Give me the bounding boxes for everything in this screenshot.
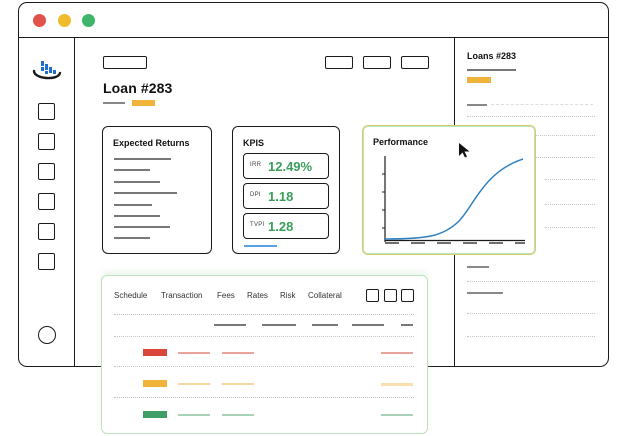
kpis-card: KPIS IRR 12.49% DPI 1.18 TVPI 1.28	[232, 126, 340, 254]
row-status-swatch	[143, 380, 167, 387]
kpi-footer-accent	[244, 245, 277, 247]
tab-schedule[interactable]: Schedule	[114, 291, 147, 300]
row-status-swatch	[143, 411, 167, 418]
panel-divider	[545, 204, 595, 205]
table-divider	[114, 366, 414, 367]
placeholder-line	[114, 237, 150, 239]
kpi-value: 1.28	[268, 219, 294, 234]
column-header	[262, 324, 296, 326]
table-divider	[114, 336, 414, 337]
user-avatar[interactable]	[38, 326, 56, 344]
status-badge	[132, 100, 155, 106]
placeholder-line	[114, 204, 152, 206]
loan-details-table: Schedule Transaction Fees Rates Risk Col…	[101, 275, 428, 434]
table-cell	[222, 383, 254, 385]
panel-line	[467, 69, 516, 71]
sidebar-nav-item-2[interactable]	[38, 133, 55, 150]
panel-divider	[467, 313, 595, 314]
kpi-tvpi[interactable]: TVPI 1.28	[243, 213, 329, 239]
toolbar-button-3[interactable]	[401, 56, 429, 69]
column-header	[214, 324, 246, 326]
kpi-dpi[interactable]: DPI 1.18	[243, 183, 329, 209]
close-window-button[interactable]	[33, 14, 46, 27]
panel-divider	[467, 336, 595, 337]
toolbar-button-2[interactable]	[363, 56, 391, 69]
sidebar-nav-item-6[interactable]	[38, 253, 55, 270]
table-cell	[381, 352, 413, 354]
kpi-label: IRR	[250, 162, 262, 168]
back-button[interactable]	[103, 56, 147, 69]
table-cell	[381, 414, 413, 416]
placeholder-line	[114, 181, 160, 183]
tab-rates[interactable]: Rates	[247, 291, 268, 300]
panel-divider	[491, 104, 593, 105]
kpi-value: 1.18	[268, 189, 294, 204]
page-title: Loan #283	[103, 80, 173, 96]
minimize-window-button[interactable]	[58, 14, 71, 27]
table-divider	[114, 314, 414, 315]
kpi-label: TVPI	[250, 222, 265, 228]
table-cell	[178, 383, 210, 385]
panel-divider	[467, 116, 595, 117]
mouse-cursor-icon	[459, 143, 470, 158]
sidebar-nav-item-1[interactable]	[38, 103, 55, 120]
table-cell	[178, 352, 210, 354]
panel-divider	[545, 227, 595, 228]
panel-line	[467, 104, 487, 106]
kpis-title: KPIS	[243, 138, 265, 148]
placeholder-line	[114, 192, 177, 194]
details-panel-title: Loans #283	[467, 51, 517, 61]
table-action-1[interactable]	[366, 289, 379, 302]
column-header	[312, 324, 338, 326]
kpi-value: 12.49%	[268, 159, 313, 174]
bar-chart-logo-icon	[32, 61, 62, 80]
column-header	[401, 324, 413, 326]
sidebar	[19, 38, 75, 366]
placeholder-line	[114, 158, 171, 160]
toolbar-button-1[interactable]	[325, 56, 353, 69]
sidebar-nav-item-5[interactable]	[38, 223, 55, 240]
placeholder-line	[114, 226, 170, 228]
expected-returns-card: Expected Returns	[102, 126, 212, 254]
tab-risk[interactable]: Risk	[280, 291, 296, 300]
table-cell	[178, 414, 210, 416]
kpi-label: DPI	[250, 192, 261, 198]
table-cell	[381, 383, 413, 386]
placeholder-line	[114, 215, 160, 217]
sidebar-nav-item-3[interactable]	[38, 163, 55, 180]
performance-chart	[382, 156, 525, 244]
title-bar	[19, 3, 608, 38]
row-status-swatch	[143, 349, 167, 356]
subtitle-placeholder	[103, 102, 125, 104]
maximize-window-button[interactable]	[82, 14, 95, 27]
placeholder-line	[114, 169, 150, 171]
panel-divider	[467, 281, 595, 282]
panel-line	[467, 292, 503, 294]
panel-status-badge	[467, 77, 491, 83]
tab-transaction[interactable]: Transaction	[161, 291, 203, 300]
performance-line	[384, 158, 524, 240]
expected-returns-title: Expected Returns	[113, 138, 190, 148]
tab-collateral[interactable]: Collateral	[308, 291, 342, 300]
tab-fees[interactable]: Fees	[217, 291, 235, 300]
table-cell	[222, 414, 254, 416]
table-divider	[114, 397, 414, 398]
performance-card: Performance	[362, 125, 536, 255]
panel-line	[467, 266, 489, 268]
sidebar-nav-item-4[interactable]	[38, 193, 55, 210]
panel-divider	[545, 179, 595, 180]
kpi-irr[interactable]: IRR 12.49%	[243, 153, 329, 179]
table-action-2[interactable]	[384, 289, 397, 302]
table-action-3[interactable]	[401, 289, 414, 302]
column-header	[352, 324, 384, 326]
table-cell	[222, 352, 254, 354]
